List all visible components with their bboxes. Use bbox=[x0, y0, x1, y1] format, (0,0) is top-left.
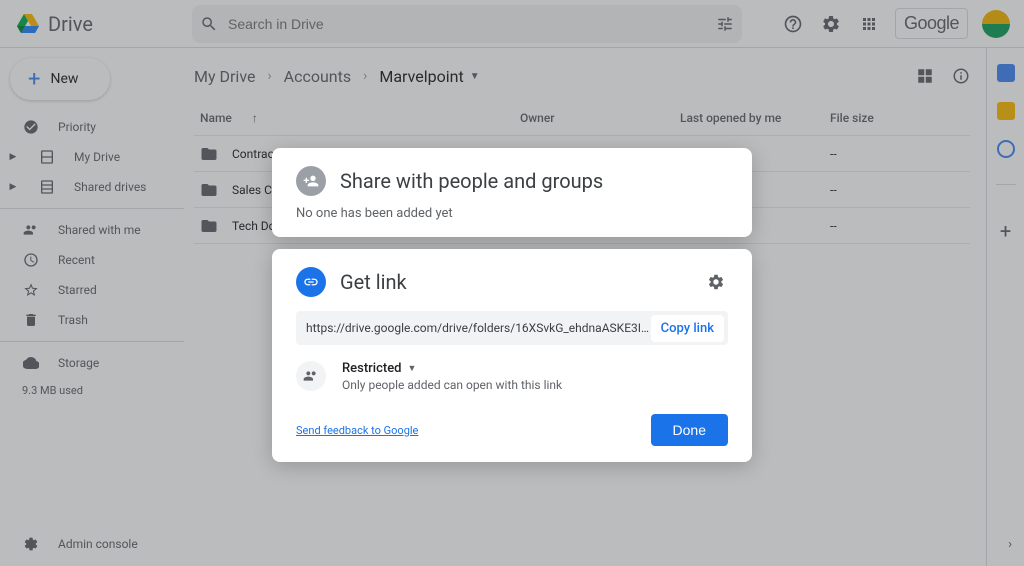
permission-desc: Only people added can open with this lin… bbox=[342, 378, 562, 392]
done-button[interactable]: Done bbox=[651, 414, 728, 446]
permission-row[interactable]: Restricted▼ Only people added can open w… bbox=[296, 361, 728, 392]
get-link-modal: Get link https://drive.google.com/drive/… bbox=[272, 249, 752, 462]
people-icon bbox=[296, 361, 326, 391]
modal-overlay[interactable]: Share with people and groups No one has … bbox=[0, 0, 1024, 566]
link-row: https://drive.google.com/drive/folders/1… bbox=[296, 311, 728, 345]
link-icon bbox=[296, 267, 326, 297]
copy-link-button[interactable]: Copy link bbox=[651, 315, 724, 342]
dropdown-icon[interactable]: ▼ bbox=[407, 363, 416, 374]
getlink-title: Get link bbox=[340, 270, 407, 294]
person-add-icon bbox=[296, 166, 326, 196]
share-subtitle: No one has been added yet bbox=[296, 206, 728, 221]
link-url[interactable]: https://drive.google.com/drive/folders/1… bbox=[306, 321, 651, 335]
gear-icon[interactable] bbox=[704, 270, 728, 294]
share-modal: Share with people and groups No one has … bbox=[272, 148, 752, 237]
share-title: Share with people and groups bbox=[340, 169, 603, 193]
feedback-link[interactable]: Send feedback to Google bbox=[296, 424, 418, 437]
